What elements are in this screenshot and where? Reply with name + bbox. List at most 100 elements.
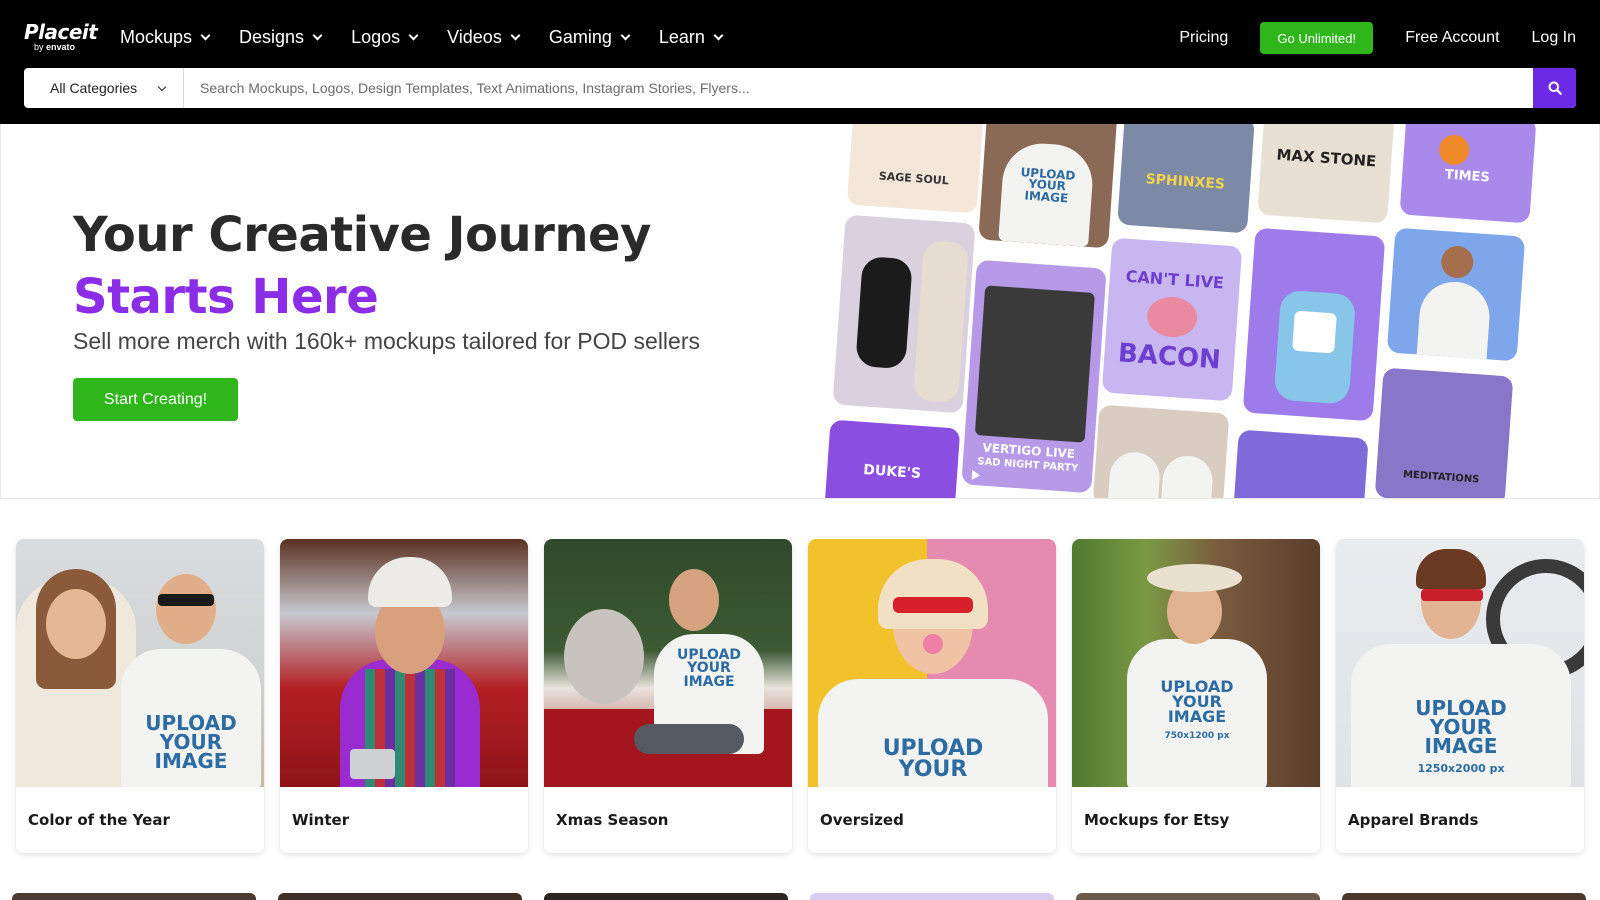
category-select-value: All Categories	[50, 80, 138, 96]
search-icon	[1548, 81, 1562, 95]
tile-times[interactable]: TIMES	[1399, 124, 1537, 224]
card-image	[280, 539, 528, 787]
play-icon[interactable]	[971, 469, 981, 481]
card-image: UPLOAD YOUR IMAGE 750x1200 px	[1072, 539, 1320, 787]
tile-mug-woman[interactable]	[1242, 227, 1386, 422]
tile-dukes[interactable]: DUKE'S	[823, 419, 961, 498]
shirt-shape	[1160, 454, 1215, 498]
camera-shape	[350, 749, 395, 779]
character-shape	[1438, 133, 1471, 167]
category-card[interactable]: UPLOAD YOUR IMAGE Xmas Season	[544, 539, 792, 853]
chevron-down-icon	[713, 30, 724, 40]
card-label: Apparel Brands	[1348, 811, 1479, 829]
person-shape	[913, 240, 970, 403]
search-bar: All Categories	[24, 68, 1576, 108]
tile-sphinxes[interactable]: SPHINXES	[1117, 124, 1255, 234]
upload-print: UPLOAD YOUR IMAGE 750x1200 px	[1160, 677, 1234, 741]
nav-videos[interactable]: Videos	[447, 24, 521, 50]
hat-shape	[1147, 564, 1242, 592]
top-header: Placeit by envato Mockups Designs Logos …	[0, 0, 1600, 124]
category-card[interactable]: UPLOAD YOUR IMAGE Color of the Year	[16, 539, 264, 853]
nav-mockups[interactable]: Mockups	[120, 24, 211, 50]
tile-max-stone[interactable]: MAX STONE	[1257, 124, 1395, 224]
tile-label: SAGE SOUL	[878, 169, 950, 188]
tile-tshirt-person[interactable]: UPLOAD YOUR IMAGE	[978, 124, 1118, 249]
category-card[interactable]: UPLOAD YOUR Oversized	[808, 539, 1056, 853]
face-shape	[1440, 244, 1475, 280]
tile-label: CAN'T LIVE	[1125, 266, 1225, 293]
nav-designs[interactable]: Designs	[239, 24, 323, 50]
tile-vertigo-live[interactable]: VERTIGO LIVE SAD NIGHT PARTY	[961, 259, 1107, 494]
chevron-down-icon	[408, 30, 419, 40]
upload-print: UPLOAD YOUR IMAGE	[1020, 165, 1076, 206]
dog-shape	[564, 609, 644, 704]
category-card[interactable]: UPLOAD YOUR IMAGE 1250x2000 px Apparel Bran…	[1336, 539, 1584, 853]
tile-sage-soul[interactable]: SAGE SOUL	[846, 124, 986, 214]
card-image: UPLOAD YOUR	[808, 539, 1056, 787]
card-preview[interactable]	[810, 893, 1054, 900]
upload-print: UPLOAD YOUR IMAGE	[676, 647, 742, 690]
chevron-down-icon	[157, 82, 167, 91]
start-creating-button[interactable]: Start Creating!	[73, 378, 238, 421]
face-shape	[669, 569, 719, 631]
go-unlimited-button[interactable]: Go Unlimited!	[1260, 22, 1374, 54]
category-select[interactable]: All Categories	[24, 68, 184, 108]
shirt-shape	[1416, 279, 1492, 362]
hero-subtitle: Sell more merch with 160k+ mockups tailo…	[73, 328, 700, 354]
nav-learn[interactable]: Learn	[659, 24, 724, 50]
tile-purple-circle[interactable]	[1233, 429, 1369, 498]
category-card[interactable]: Winter	[280, 539, 528, 853]
card-preview[interactable]	[1076, 893, 1320, 900]
placeit-logo[interactable]: Placeit by envato	[24, 20, 98, 52]
card-preview[interactable]	[278, 893, 522, 900]
search-input[interactable]	[184, 68, 1533, 108]
main-nav: Mockups Designs Logos Videos Gaming Lear…	[120, 24, 752, 50]
heart-shape	[1145, 295, 1199, 339]
tile-label: TIMES	[1444, 167, 1491, 186]
chevron-down-icon	[200, 30, 211, 40]
nav-gaming[interactable]: Gaming	[549, 24, 631, 50]
tile-cant-live-bacon[interactable]: CAN'T LIVE BACON	[1101, 237, 1243, 402]
pricing-link[interactable]: Pricing	[1179, 29, 1228, 47]
tile-label: MAX STONE	[1275, 145, 1377, 171]
category-cards: UPLOAD YOUR IMAGE Color of the Year Winter…	[16, 539, 1584, 853]
card-preview[interactable]	[12, 893, 256, 900]
beanie-shape	[368, 557, 452, 607]
card-label: Color of the Year	[28, 811, 170, 829]
card-preview[interactable]	[544, 893, 788, 900]
header-right-links: Pricing Go Unlimited! Free Account Log I…	[1147, 22, 1576, 54]
logo-brand: Placeit	[24, 20, 98, 44]
card-label: Mockups for Etsy	[1084, 811, 1230, 829]
tile-label: SPHINXES	[1145, 171, 1226, 193]
tile-meditations[interactable]: MEDITATIONS	[1374, 367, 1514, 498]
upload-print: UPLOAD YOUR	[882, 736, 984, 782]
hero-mockup-mosaic: SAGE SOUL DUKE'S UPLOAD YOUR IMAGE VERTIGO…	[821, 124, 1599, 498]
sunglasses-shape	[158, 594, 214, 606]
free-account-link[interactable]: Free Account	[1405, 29, 1499, 47]
tile-man-tshirt[interactable]	[1386, 227, 1526, 362]
hair-shape	[1416, 549, 1486, 589]
hero-section: Your Creative Journey Starts Here Sell m…	[0, 124, 1600, 499]
upload-print: UPLOAD YOUR IMAGE 1250x2000 px	[1415, 696, 1507, 775]
mug-shape	[1292, 310, 1337, 354]
hair-shape	[878, 559, 988, 629]
dog-shape	[855, 255, 913, 370]
tile-hoodie-couple[interactable]	[1092, 404, 1230, 498]
nav-logos[interactable]: Logos	[351, 24, 419, 50]
search-button[interactable]	[1533, 68, 1576, 108]
chevron-down-icon	[620, 30, 631, 40]
category-card[interactable]: UPLOAD YOUR IMAGE 750x1200 px Mockups for E…	[1072, 539, 1320, 853]
card-label: Oversized	[820, 811, 904, 829]
hero-title-line1: Your Creative Journey	[73, 207, 651, 263]
card-preview[interactable]	[1342, 893, 1586, 900]
face-shape	[156, 574, 216, 644]
upload-print: UPLOAD YOUR IMAGE	[145, 711, 237, 773]
video-frame	[974, 285, 1095, 443]
card-label: Xmas Season	[556, 811, 669, 829]
tile-dog-photo[interactable]	[832, 214, 976, 414]
next-card-row	[12, 893, 1586, 900]
chevron-down-icon	[510, 30, 521, 40]
login-link[interactable]: Log In	[1532, 29, 1576, 47]
tile-label: DUKE'S	[862, 462, 922, 483]
sunglasses-shape	[893, 597, 973, 613]
